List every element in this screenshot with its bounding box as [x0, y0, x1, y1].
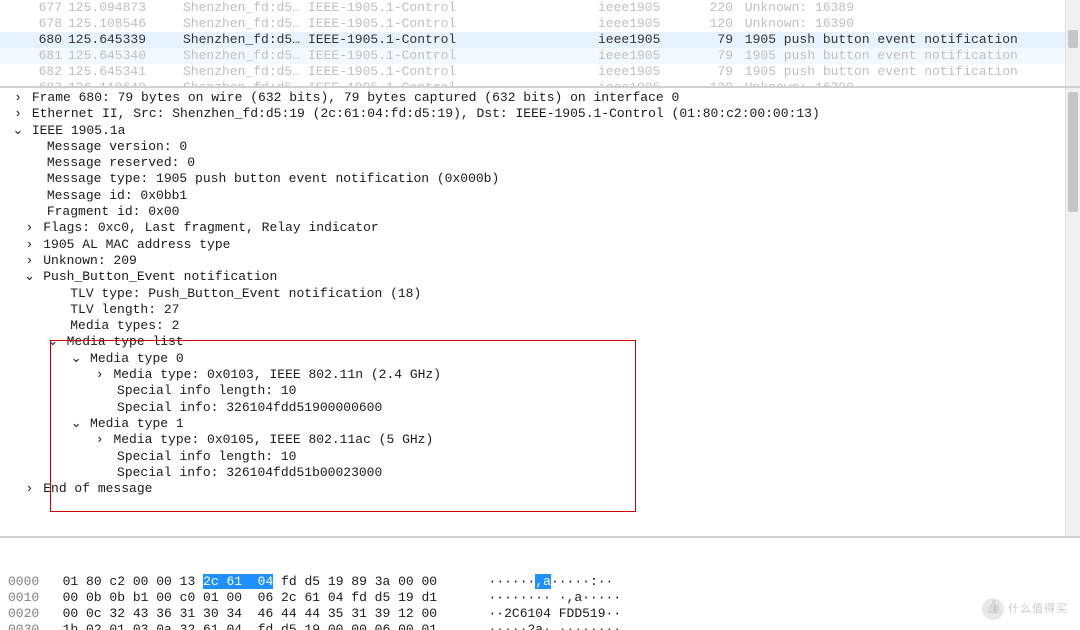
collapse-icon[interactable]: ⌄: [23, 269, 35, 285]
tree-leaf[interactable]: Special info length: 10: [0, 449, 1080, 465]
packet-row[interactable]: 681125.645340Shenzhen_fd:d5…IEEE-1905.1-…: [0, 48, 1080, 64]
hex-line[interactable]: 0030 1b 02 01 03 0a 32 61 04 fd d5 19 00…: [0, 622, 1080, 630]
tree-leaf[interactable]: Special info length: 10: [0, 383, 1080, 399]
tree-frame[interactable]: › Frame 680: 79 bytes on wire (632 bits)…: [0, 90, 1080, 106]
collapse-icon[interactable]: ⌄: [12, 123, 24, 139]
tree-leaf[interactable]: Special info: 326104fdd51900000600: [0, 400, 1080, 416]
tree-unknown[interactable]: › Unknown: 209: [0, 253, 1080, 269]
tree-leaf[interactable]: Media types: 2: [0, 318, 1080, 334]
tree-media-list[interactable]: ⌄ Media type list: [0, 334, 1080, 350]
packet-row[interactable]: 683126.110649Shenzhen_fd:d5…IEEE-1905.1-…: [0, 80, 1080, 88]
tree-leaf[interactable]: TLV type: Push_Button_Event notification…: [0, 286, 1080, 302]
tree-leaf[interactable]: Fragment id: 0x00: [0, 204, 1080, 220]
packet-list-scrollbar[interactable]: [1065, 0, 1080, 86]
tree-almac[interactable]: › 1905 AL MAC address type: [0, 237, 1080, 253]
details-scrollbar[interactable]: [1065, 88, 1080, 536]
expand-icon[interactable]: ›: [94, 432, 106, 448]
watermark: 什么值得买: [982, 598, 1068, 620]
packet-row[interactable]: 680125.645339Shenzhen_fd:d5…IEEE-1905.1-…: [0, 32, 1080, 48]
tree-leaf[interactable]: Special info: 326104fdd51b00023000: [0, 465, 1080, 481]
tree-media-0[interactable]: ⌄ Media type 0: [0, 351, 1080, 367]
packet-row[interactable]: 677125.094873Shenzhen_fd:d5…IEEE-1905.1-…: [0, 0, 1080, 16]
expand-icon[interactable]: ›: [23, 253, 35, 269]
tree-leaf[interactable]: Message reserved: 0: [0, 155, 1080, 171]
tree-media-1[interactable]: ⌄ Media type 1: [0, 416, 1080, 432]
hex-line[interactable]: 0000 01 80 c2 00 00 13 2c 61 04 fd d5 19…: [0, 574, 1080, 590]
tree-ethernet[interactable]: › Ethernet II, Src: Shenzhen_fd:d5:19 (2…: [0, 106, 1080, 122]
tree-leaf[interactable]: TLV length: 27: [0, 302, 1080, 318]
tree-leaf[interactable]: Message type: 1905 push button event not…: [0, 171, 1080, 187]
packet-list-pane[interactable]: 677125.094873Shenzhen_fd:d5…IEEE-1905.1-…: [0, 0, 1080, 88]
hex-line[interactable]: 0020 00 0c 32 43 36 31 30 34 46 44 44 35…: [0, 606, 1080, 622]
tree-flags[interactable]: › Flags: 0xc0, Last fragment, Relay indi…: [0, 220, 1080, 236]
collapse-icon[interactable]: ⌄: [70, 416, 82, 432]
tree-media-1-type[interactable]: › Media type: 0x0105, IEEE 802.11ac (5 G…: [0, 432, 1080, 448]
tree-pbe[interactable]: ⌄ Push_Button_Event notification: [0, 269, 1080, 285]
packet-row[interactable]: 682125.645341Shenzhen_fd:d5…IEEE-1905.1-…: [0, 64, 1080, 80]
collapse-icon[interactable]: ⌄: [70, 351, 82, 367]
thumbs-up-icon: [982, 598, 1004, 620]
tree-leaf[interactable]: Message id: 0x0bb1: [0, 188, 1080, 204]
tree-leaf[interactable]: Message version: 0: [0, 139, 1080, 155]
expand-icon[interactable]: ›: [23, 237, 35, 253]
hex-line[interactable]: 0010 00 0b 0b b1 00 c0 01 00 06 2c 61 04…: [0, 590, 1080, 606]
expand-icon[interactable]: ›: [94, 367, 106, 383]
expand-icon[interactable]: ›: [12, 90, 24, 106]
collapse-icon[interactable]: ⌄: [47, 334, 59, 350]
expand-icon[interactable]: ›: [23, 481, 35, 497]
expand-icon[interactable]: ›: [12, 106, 24, 122]
hex-dump-pane[interactable]: 0000 01 80 c2 00 00 13 2c 61 04 fd d5 19…: [0, 538, 1080, 630]
packet-row[interactable]: 678125.108546Shenzhen_fd:d5…IEEE-1905.1-…: [0, 16, 1080, 32]
packet-details-pane[interactable]: › Frame 680: 79 bytes on wire (632 bits)…: [0, 88, 1080, 538]
tree-media-0-type[interactable]: › Media type: 0x0103, IEEE 802.11n (2.4 …: [0, 367, 1080, 383]
expand-icon[interactable]: ›: [23, 220, 35, 236]
tree-ieee1905[interactable]: ⌄ IEEE 1905.1a: [0, 123, 1080, 139]
tree-eom[interactable]: › End of message: [0, 481, 1080, 497]
